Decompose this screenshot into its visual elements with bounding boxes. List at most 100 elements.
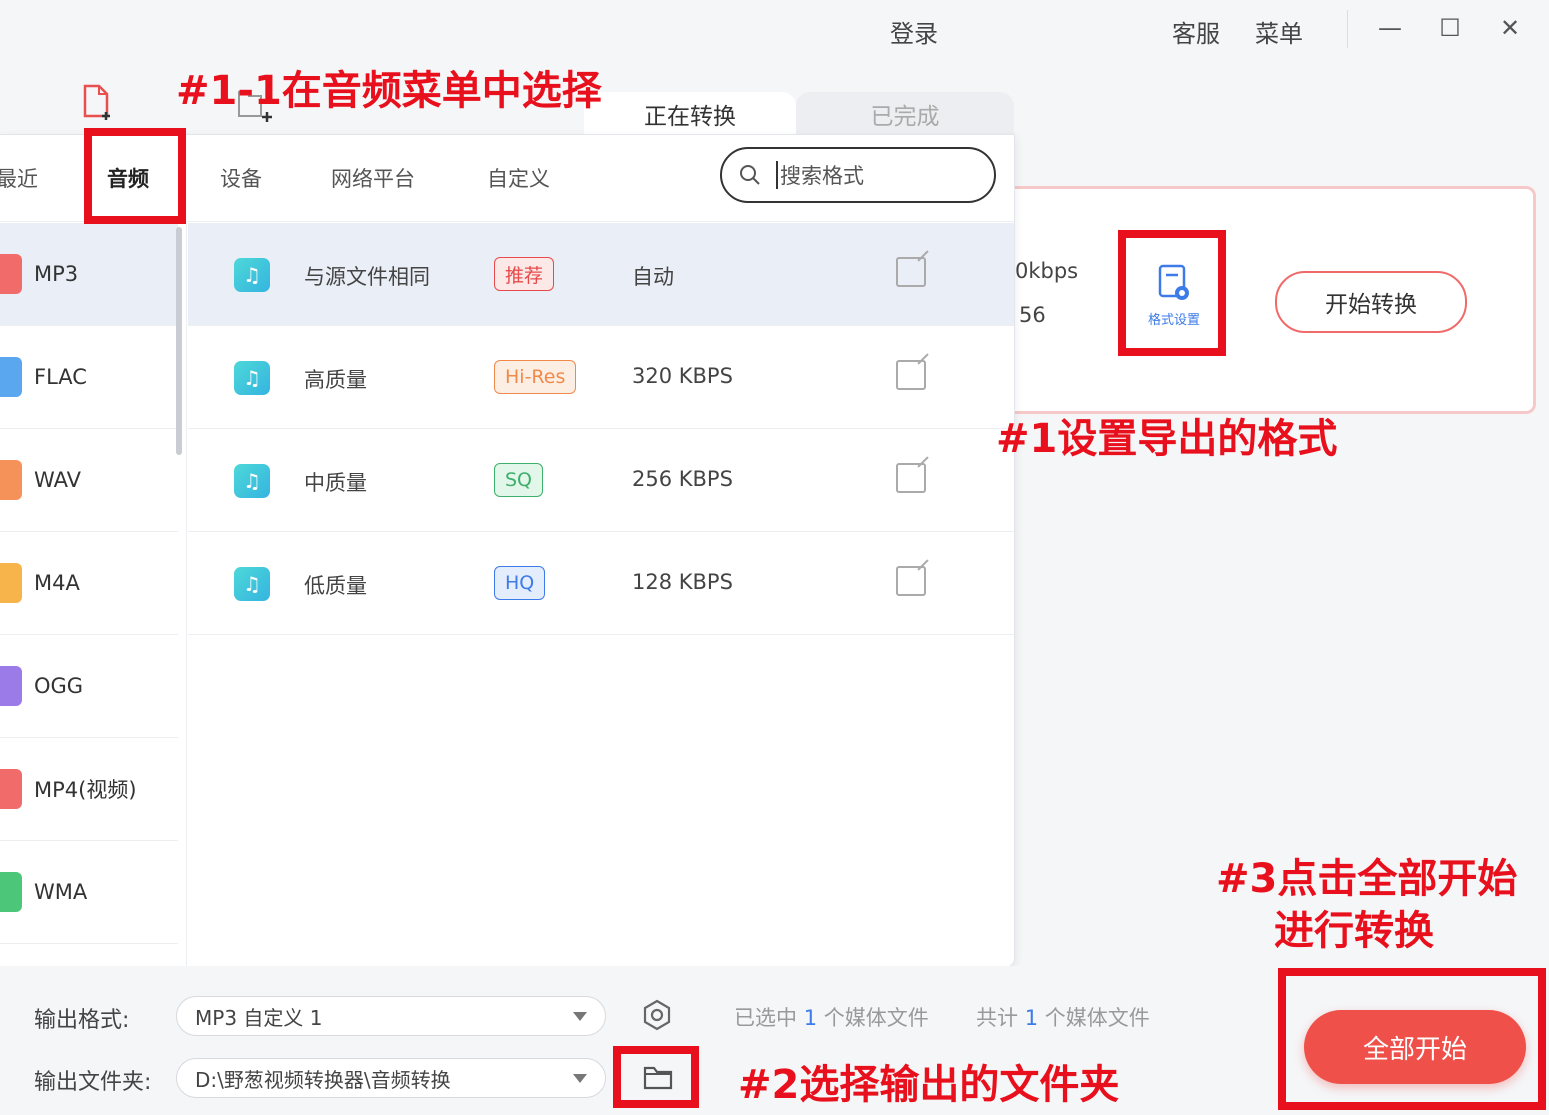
category-recent[interactable]: 最近	[0, 163, 38, 193]
close-icon[interactable]: ✕	[1492, 12, 1528, 44]
menu-link[interactable]: 菜单	[1255, 14, 1303, 49]
format-label: OGG	[34, 674, 84, 698]
chevron-down-icon	[573, 1074, 587, 1083]
annotation-step-3-line2: 进行转换	[1274, 908, 1434, 954]
format-item-mp4[interactable]: MP4(视频)	[0, 738, 178, 841]
minimize-icon[interactable]: —	[1372, 12, 1408, 44]
flac-file-icon	[0, 357, 22, 397]
chevron-down-icon	[573, 1012, 587, 1021]
output-format-label: 输出格式:	[34, 1008, 130, 1033]
mp4-file-icon	[0, 769, 22, 809]
format-item-m4a[interactable]: M4A	[0, 532, 178, 635]
tab-completed[interactable]: 已完成	[796, 92, 1014, 136]
format-label: M4A	[34, 571, 80, 595]
preset-badge: HQ	[494, 566, 546, 600]
tab-converting[interactable]: 正在转换	[584, 92, 796, 136]
music-note-icon: ♫	[234, 464, 270, 498]
tab-completed-label: 已完成	[870, 104, 940, 130]
category-device[interactable]: 设备	[220, 163, 262, 193]
format-popup: 最近 音频 设备 网络平台 自定义 搜索格式 MP3 FLAC WAV M4A …	[0, 134, 1015, 968]
preset-row-low[interactable]: ♫ 低质量 HQ 128 KBPS	[188, 532, 1014, 635]
format-sidebar: MP3 FLAC WAV M4A OGG MP4(视频) WMA	[0, 223, 178, 967]
selected-count: 1	[803, 1006, 818, 1030]
wav-file-icon	[0, 460, 22, 500]
output-folder-value: D:\野葱视频转换器\音频转换	[195, 1067, 451, 1092]
selected-suffix: 个媒体文件	[823, 1006, 929, 1030]
format-label: MP4(视频)	[34, 778, 137, 802]
format-label: FLAC	[34, 365, 87, 389]
titlebar-divider	[1347, 10, 1348, 48]
wma-file-icon	[0, 872, 22, 912]
preset-value: 128 KBPS	[632, 570, 733, 594]
edit-icon[interactable]	[896, 257, 926, 287]
format-item-flac[interactable]: FLAC	[0, 326, 178, 429]
preset-name: 与源文件相同	[304, 265, 430, 289]
selected-count-text: 已选中 1 个媒体文件	[734, 1002, 929, 1032]
preset-name: 高质量	[304, 368, 367, 392]
file-card: 0kbps 56 格式设置 开始转换	[990, 186, 1536, 414]
annotation-step-3-line1: #3点击全部开始	[1216, 856, 1518, 902]
preset-badge: Hi-Res	[494, 360, 577, 394]
highlight-start-all	[1278, 968, 1546, 1110]
output-folder-label: 输出文件夹:	[34, 1070, 152, 1095]
sidebar-divider	[186, 223, 187, 967]
highlight-folder-button	[613, 1046, 699, 1108]
format-label: WMA	[34, 880, 88, 904]
total-prefix: 共计	[976, 1006, 1018, 1030]
size-text: 56	[1019, 303, 1046, 327]
selected-prefix: 已选中	[734, 1006, 797, 1030]
search-input[interactable]: 搜索格式	[780, 160, 864, 190]
preset-value: 自动	[632, 265, 674, 289]
category-web-platform[interactable]: 网络平台	[331, 163, 415, 193]
preset-row-same-as-source[interactable]: ♫ 与源文件相同 推荐 自动	[188, 223, 1014, 326]
music-note-icon: ♫	[234, 361, 270, 395]
category-custom[interactable]: 自定义	[487, 163, 550, 193]
settings-icon[interactable]	[640, 998, 674, 1032]
format-label: MP3	[34, 262, 79, 286]
bitrate-text: 0kbps	[1015, 259, 1079, 283]
sidebar-scrollbar[interactable]	[176, 227, 182, 455]
preset-row-high[interactable]: ♫ 高质量 Hi-Res 320 KBPS	[188, 326, 1014, 429]
total-count-text: 共计 1 个媒体文件	[976, 1002, 1150, 1032]
start-convert-button[interactable]: 开始转换	[1275, 271, 1467, 333]
total-suffix: 个媒体文件	[1044, 1006, 1150, 1030]
format-item-wma[interactable]: WMA	[0, 841, 178, 944]
login-link[interactable]: 登录	[890, 14, 938, 49]
preset-badge: SQ	[494, 463, 544, 497]
preset-name: 中质量	[304, 471, 367, 495]
output-folder-select[interactable]: D:\野葱视频转换器\音频转换	[176, 1058, 606, 1098]
preset-value: 320 KBPS	[632, 364, 733, 388]
annotation-step-2: #2选择输出的文件夹	[738, 1062, 1120, 1108]
start-convert-label: 开始转换	[1325, 292, 1417, 318]
highlight-audio-tab	[84, 128, 186, 224]
format-item-mp3[interactable]: MP3	[0, 223, 178, 326]
maximize-icon[interactable]: ☐	[1432, 12, 1468, 44]
format-item-wav[interactable]: WAV	[0, 429, 178, 532]
output-format-value: MP3 自定义 1	[195, 1005, 323, 1030]
annotation-step-1-1: #1-1在音频菜单中选择	[176, 68, 602, 114]
tab-converting-label: 正在转换	[644, 104, 736, 130]
search-box[interactable]: 搜索格式	[720, 147, 996, 203]
format-label: WAV	[34, 468, 82, 492]
text-cursor	[776, 161, 778, 189]
edit-icon[interactable]	[896, 566, 926, 596]
highlight-format-settings	[1118, 230, 1226, 356]
preset-value: 256 KBPS	[632, 467, 733, 491]
search-icon	[740, 165, 760, 185]
mp3-file-icon	[0, 254, 22, 294]
output-format-select[interactable]: MP3 自定义 1	[176, 996, 606, 1036]
preset-row-medium[interactable]: ♫ 中质量 SQ 256 KBPS	[188, 429, 1014, 532]
edit-icon[interactable]	[896, 463, 926, 493]
add-file-icon[interactable]	[82, 84, 110, 120]
format-item-ogg[interactable]: OGG	[0, 635, 178, 738]
preset-name: 低质量	[304, 574, 367, 598]
music-note-icon: ♫	[234, 567, 270, 601]
ogg-file-icon	[0, 666, 22, 706]
service-link[interactable]: 客服	[1172, 14, 1220, 49]
m4a-file-icon	[0, 563, 22, 603]
total-count: 1	[1024, 1006, 1039, 1030]
preset-badge: 推荐	[494, 257, 555, 291]
edit-icon[interactable]	[896, 360, 926, 390]
music-note-icon: ♫	[234, 258, 270, 292]
annotation-step-1: #1设置导出的格式	[996, 416, 1338, 462]
